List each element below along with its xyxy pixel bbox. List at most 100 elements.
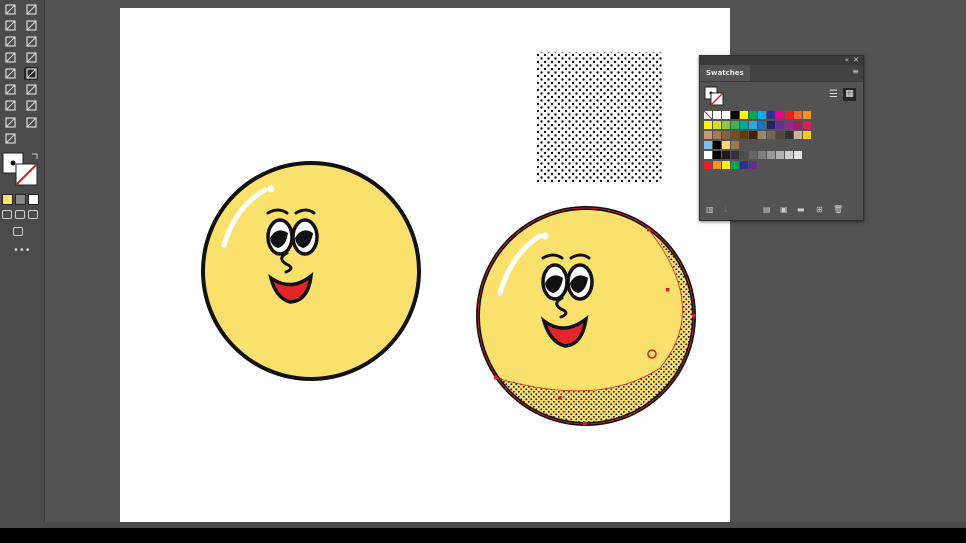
swatch-cell[interactable] xyxy=(794,151,802,159)
swatch-cell[interactable] xyxy=(713,151,721,159)
swatch-cell[interactable] xyxy=(713,161,721,169)
swatch-cell[interactable] xyxy=(758,111,766,119)
swatch-cell[interactable] xyxy=(704,151,712,159)
halftone-pattern-block[interactable] xyxy=(537,52,663,182)
swatch-cell[interactable] xyxy=(803,111,811,119)
smiley-face-left[interactable] xyxy=(201,161,421,381)
smiley-face-right[interactable] xyxy=(476,206,710,438)
swatch-cell[interactable] xyxy=(749,111,757,119)
free-transform-icon[interactable] xyxy=(24,19,38,32)
fill-stroke-indicator[interactable] xyxy=(704,86,724,106)
fill-stroke-widget[interactable] xyxy=(2,152,40,188)
swatch-cell[interactable] xyxy=(704,161,712,169)
swatch-cell[interactable] xyxy=(776,111,784,119)
artboard-icon[interactable] xyxy=(24,3,38,16)
draw-normal-icon[interactable] xyxy=(2,210,12,219)
swatch-cell[interactable] xyxy=(713,121,721,129)
gradient-icon[interactable] xyxy=(24,51,38,64)
swatch-cell[interactable] xyxy=(749,151,757,159)
slice-icon[interactable] xyxy=(24,99,38,112)
swatch-cell[interactable] xyxy=(767,151,775,159)
none-mode-icon[interactable] xyxy=(28,194,39,205)
swatch-cell[interactable] xyxy=(740,111,748,119)
list-view-icon[interactable]: ☰ xyxy=(827,88,840,101)
swatch-cell[interactable] xyxy=(722,121,730,129)
swatch-cell[interactable] xyxy=(794,121,802,129)
more-tools-icon[interactable]: ••• xyxy=(13,246,31,256)
swatch-cell[interactable] xyxy=(713,131,721,139)
new-color-group-icon[interactable]: ▬ xyxy=(797,205,807,214)
swatch-cell[interactable] xyxy=(704,131,712,139)
zoom-icon[interactable] xyxy=(3,132,17,145)
swatch-cell[interactable] xyxy=(785,121,793,129)
swatch-cell[interactable] xyxy=(749,161,757,169)
draw-inside-icon[interactable] xyxy=(28,210,38,219)
library-icon[interactable]: ▥ xyxy=(706,205,716,214)
swatch-cell[interactable] xyxy=(731,131,739,139)
draw-behind-icon[interactable] xyxy=(15,210,25,219)
swatch-cell[interactable] xyxy=(704,111,712,119)
swatch-cell[interactable] xyxy=(767,111,775,119)
swatch-cell[interactable] xyxy=(704,141,712,149)
mesh-icon[interactable] xyxy=(3,51,17,64)
swatch-cell[interactable] xyxy=(794,111,802,119)
kind-menu-icon[interactable]: ▤ xyxy=(763,205,773,214)
swatch-cell[interactable] xyxy=(722,151,730,159)
blend-icon[interactable] xyxy=(24,67,38,80)
swatch-cell[interactable] xyxy=(740,121,748,129)
swatch-cell[interactable] xyxy=(785,131,793,139)
grid-view-icon[interactable]: ▦ xyxy=(843,88,856,101)
symbol-sprayer-icon[interactable] xyxy=(3,83,17,96)
swatch-cell[interactable] xyxy=(740,131,748,139)
tab-swatches[interactable]: Swatches xyxy=(700,65,750,81)
swatch-cell[interactable] xyxy=(749,131,757,139)
rotate-icon[interactable] xyxy=(3,19,17,32)
swatch-cell[interactable] xyxy=(785,111,793,119)
panel-header-bar[interactable]: « ✕ xyxy=(700,56,863,65)
graph-icon[interactable] xyxy=(24,83,38,96)
swatch-cell[interactable] xyxy=(794,131,802,139)
swatch-cell[interactable] xyxy=(713,111,721,119)
color-mode-icon[interactable] xyxy=(2,194,13,205)
swatch-cell[interactable] xyxy=(758,151,766,159)
eyedropper-icon[interactable] xyxy=(3,67,17,80)
pencil-icon[interactable] xyxy=(3,116,17,129)
swatch-cell[interactable] xyxy=(740,161,748,169)
shape-builder-icon[interactable] xyxy=(3,35,17,48)
swatch-cell[interactable] xyxy=(776,151,784,159)
swatch-cell[interactable] xyxy=(767,121,775,129)
swatch-cell[interactable] xyxy=(731,141,739,149)
column-graph-icon[interactable] xyxy=(3,99,17,112)
swatch-cell[interactable] xyxy=(758,121,766,129)
swatch-options-icon[interactable]: ▣ xyxy=(780,205,790,214)
place-icon[interactable]: ⤓ xyxy=(724,205,734,214)
swatch-cell[interactable] xyxy=(722,141,730,149)
artboard[interactable] xyxy=(120,8,730,528)
artwork-svg[interactable] xyxy=(120,8,730,528)
gradient-mode-icon[interactable] xyxy=(15,194,26,205)
swatch-cell[interactable] xyxy=(776,131,784,139)
swatch-cell[interactable] xyxy=(731,161,739,169)
swatch-cell[interactable] xyxy=(776,121,784,129)
swatch-cell[interactable] xyxy=(740,151,748,159)
swatch-cell[interactable] xyxy=(785,151,793,159)
swatch-cell[interactable] xyxy=(731,111,739,119)
new-swatch-icon[interactable]: ⊞ xyxy=(816,205,826,214)
swatch-cell[interactable] xyxy=(749,121,757,129)
lasso-icon[interactable] xyxy=(3,3,17,16)
double-chevron-icon[interactable]: « xyxy=(845,56,849,65)
swatch-cell[interactable] xyxy=(722,161,730,169)
swatch-cell[interactable] xyxy=(722,131,730,139)
close-icon[interactable]: ✕ xyxy=(853,56,859,65)
swatches-panel[interactable]: « ✕ Swatches ≡ ☰ ▦ ▥ ⤓ ▤ ▣ ▬ ⊞ 🗑 xyxy=(699,55,864,221)
swatch-cell[interactable] xyxy=(731,121,739,129)
screen-mode-icon[interactable] xyxy=(13,227,23,236)
swatch-cell[interactable] xyxy=(803,131,811,139)
swatch-cell[interactable] xyxy=(731,151,739,159)
swatch-cell[interactable] xyxy=(713,141,721,149)
swatch-cell[interactable] xyxy=(704,121,712,129)
swatch-cell[interactable] xyxy=(803,121,811,129)
swatch-cell[interactable] xyxy=(758,131,766,139)
perspective-icon[interactable] xyxy=(24,35,38,48)
trash-icon[interactable]: 🗑 xyxy=(833,205,843,214)
